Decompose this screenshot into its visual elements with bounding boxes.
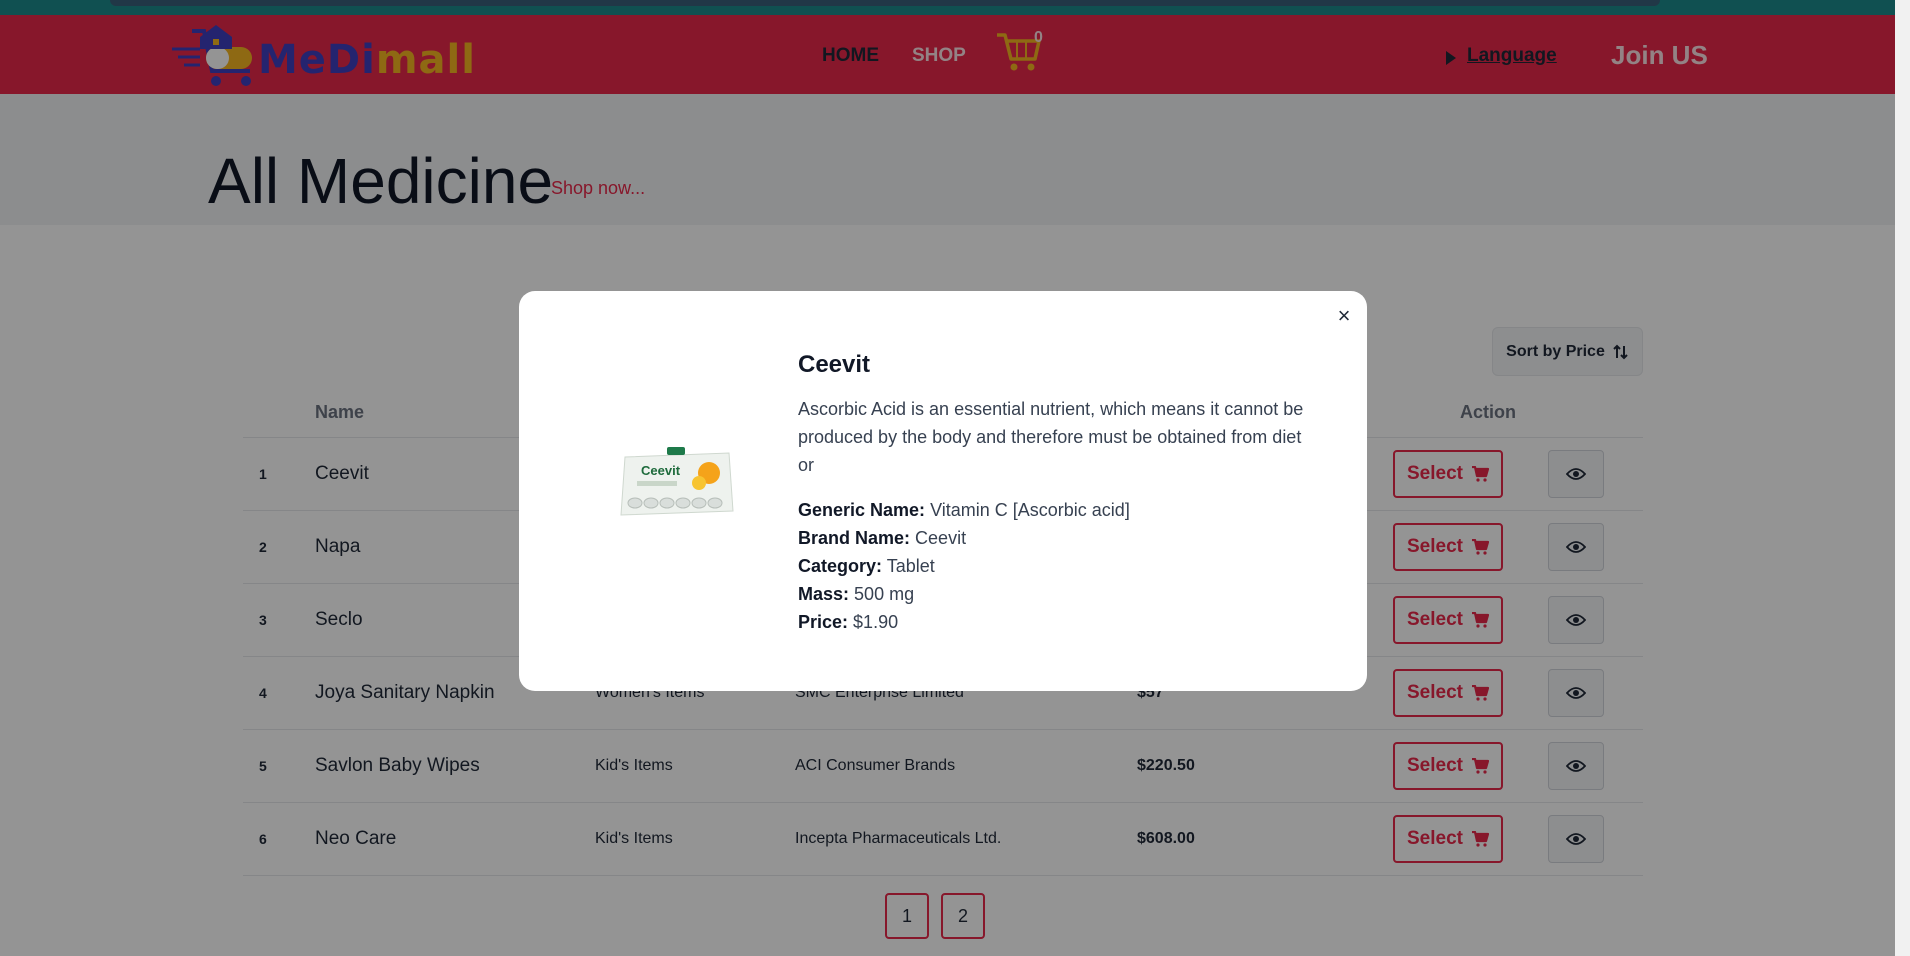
page-scrollbar[interactable] [1895,0,1910,956]
modal-product-details: Generic Name: Vitamin C [Ascorbic acid] … [798,496,1130,636]
detail-generic-name: Generic Name: Vitamin C [Ascorbic acid] [798,496,1130,524]
modal-product-description: Ascorbic Acid is an essential nutrient, … [798,399,1304,475]
detail-mass-value: 500 mg [854,584,915,604]
close-modal-button[interactable]: × [1331,303,1357,329]
detail-mass: Mass: 500 mg [798,580,1130,608]
detail-price-label: Price: [798,612,849,632]
detail-brand-label: Brand Name: [798,528,911,548]
detail-brand-name: Brand Name: Ceevit [798,524,1130,552]
detail-generic-value: Vitamin C [Ascorbic acid] [930,500,1130,520]
product-image: Ceevit [620,447,734,516]
modal-product-title: Ceevit [798,351,871,378]
detail-generic-label: Generic Name: [798,500,926,520]
detail-category: Category: Tablet [798,552,1130,580]
product-details-modal: × Ceevit Ceevit Ascorbic Acid is an esse… [519,291,1367,691]
product-image-brand-text: Ceevit [641,463,681,478]
detail-price: Price: $1.90 [798,608,1130,636]
detail-brand-value: Ceevit [915,528,967,548]
detail-category-value: Tablet [886,556,935,576]
detail-price-value: $1.90 [853,612,899,632]
detail-mass-label: Mass: [798,584,850,604]
detail-category-label: Category: [798,556,883,576]
